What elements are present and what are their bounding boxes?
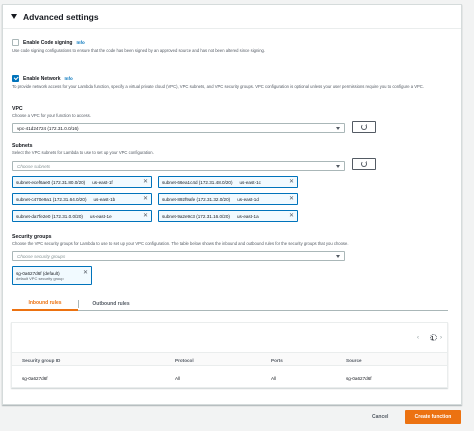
security-group-token-desc: default VPC security group: [16, 275, 64, 281]
vpc-select[interactable]: vpc-41d24724 (172.31.0.0/16): [12, 123, 345, 133]
vpc-label: VPC: [12, 106, 23, 112]
security-groups-label: Security groups: [12, 234, 52, 240]
refresh-icon: [361, 123, 367, 130]
subnets-select[interactable]: Choose subnets: [12, 161, 345, 171]
chevron-right-icon[interactable]: ›: [440, 335, 442, 341]
network-info-link[interactable]: Info: [65, 76, 73, 81]
security-groups-description: Choose the VPC security groups for Lambd…: [12, 241, 349, 246]
subnet-token: subnet-9a2e9c3 (172.31.16.0/20) us-east-…: [158, 210, 298, 222]
subnet-token-az: us-east-1b: [93, 196, 116, 202]
subnet-token-az: us-east-1e: [89, 213, 112, 219]
advanced-settings-title: Advanced settings: [23, 11, 99, 22]
close-icon[interactable]: ✕: [143, 179, 148, 186]
subnets-description: Select the VPC subnets for Lambda to use…: [12, 150, 154, 155]
cell-ports: All: [271, 376, 277, 381]
caret-down-icon: [336, 127, 340, 130]
close-icon[interactable]: ✕: [289, 179, 294, 186]
subnet-token-az: us-east-1a: [236, 213, 259, 219]
subnet-token: subnet-ecef6ae0 (172.31.80.0/20) us-east…: [12, 176, 152, 188]
table-row: [12, 370, 447, 386]
refresh-icon: [361, 160, 367, 167]
cell-source: sg-0a627d6f: [346, 376, 372, 381]
subnet-token: subnet-66ea1c4d (172.31.48.0/20) us-east…: [158, 176, 298, 188]
security-group-token: sg-0a627d6f (default) default VPC securi…: [12, 266, 92, 285]
subnet-token-id: subnet-892f9afe (172.31.32.0/20): [162, 196, 231, 202]
table-header-row: [12, 352, 447, 366]
close-icon[interactable]: ✕: [143, 213, 148, 220]
vpc-refresh-button[interactable]: [352, 121, 376, 133]
advanced-settings-header[interactable]: Advanced settings: [3, 5, 461, 29]
tab-inbound-rules[interactable]: Inbound rules: [12, 297, 78, 311]
subnet-token-id: subnet-da7fe2e0 (172.31.0.0/20): [16, 213, 83, 219]
close-icon[interactable]: ✕: [289, 196, 294, 203]
vpc-selected-value: vpc-41d24724 (172.31.0.0/16): [17, 125, 79, 131]
subnet-token-az: us-east-1d: [237, 196, 259, 202]
cancel-button[interactable]: Cancel: [372, 414, 388, 420]
subnet-token-id: subnet-9a2e9c3 (172.31.16.0/20): [162, 213, 230, 219]
close-icon[interactable]: ✕: [289, 213, 294, 220]
column-header-sg-id: Security group ID: [22, 358, 61, 363]
gear-icon[interactable]: [430, 334, 437, 341]
code-signing-label: Enable Code signing: [23, 39, 73, 46]
security-groups-placeholder: Choose security groups: [17, 253, 66, 259]
tab-outbound-rules[interactable]: Outbound rules: [79, 297, 143, 311]
subnet-token: subnet-da7fe2e0 (172.31.0.0/20) us-east-…: [12, 210, 152, 222]
vpc-description: Choose a VPC for your function to access…: [12, 113, 91, 118]
subnet-token-id: subnet-c470e9a1 (172.31.64.0/20): [16, 196, 87, 202]
cell-sg-id: sg-0a627d6f: [22, 376, 48, 381]
column-header-protocol: Protocol: [175, 358, 194, 363]
code-signing-description: Use code signing configurations to ensur…: [12, 48, 266, 53]
subnet-token-id: subnet-66ea1c4d (172.31.48.0/20): [162, 179, 233, 185]
create-function-button[interactable]: Create function: [405, 410, 461, 424]
chevron-left-icon[interactable]: ‹: [417, 335, 419, 341]
close-icon[interactable]: ✕: [143, 196, 148, 203]
subnet-token: subnet-c470e9a1 (172.31.64.0/20) us-east…: [12, 193, 152, 205]
subnet-token-id: subnet-ecef6ae0 (172.31.80.0/20): [16, 179, 86, 185]
caret-down-icon: [11, 14, 17, 19]
code-signing-info-link[interactable]: Info: [76, 40, 84, 45]
rules-table: ‹ 1 › Security group ID Protocol Ports S…: [11, 322, 448, 388]
column-header-source: Source: [346, 358, 362, 363]
network-checkbox[interactable]: [12, 75, 19, 82]
caret-down-icon: [336, 255, 340, 258]
subnets-refresh-button[interactable]: [352, 158, 376, 170]
cell-protocol: All: [175, 376, 181, 381]
security-groups-select[interactable]: Choose security groups: [12, 251, 345, 261]
subnets-placeholder: Choose subnets: [17, 163, 51, 169]
network-description: To provide network access for your Lambd…: [12, 84, 424, 89]
network-label: Enable Network: [23, 75, 61, 82]
rules-tabs: Inbound rules Outbound rules: [12, 297, 448, 311]
subnets-label: Subnets: [12, 143, 33, 149]
column-header-ports: Ports: [271, 358, 283, 363]
code-signing-checkbox[interactable]: [12, 39, 19, 46]
caret-down-icon: [336, 165, 340, 168]
subnet-token: subnet-892f9afe (172.31.32.0/20) us-east…: [158, 193, 298, 205]
subnet-token-az: us-east-1c: [239, 179, 261, 185]
close-icon[interactable]: ✕: [83, 270, 88, 277]
subnet-token-az: us-east-1f: [92, 179, 113, 185]
